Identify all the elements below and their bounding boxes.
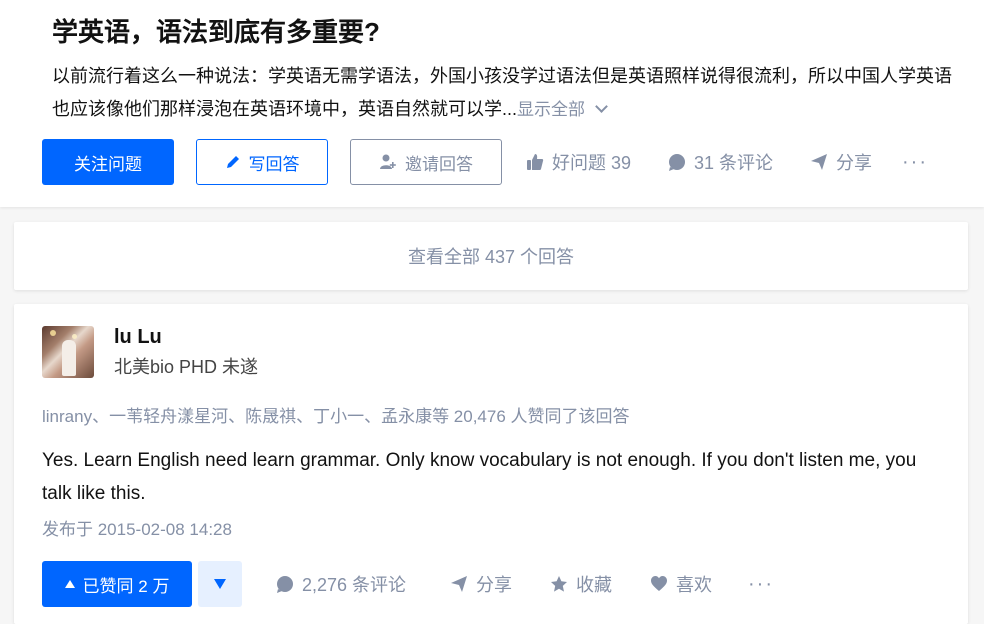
answer-comments-button[interactable]: 2,276 条评论 xyxy=(276,561,406,607)
show-all-link[interactable]: 显示全部 xyxy=(517,100,608,119)
invite-answer-button[interactable]: 邀请回答 xyxy=(350,139,502,185)
more-icon: ··· xyxy=(902,150,928,173)
question-actions: 关注问题 写回答 邀请回答 好问题 39 31 条评论 分享 ··· xyxy=(42,139,942,185)
view-all-answers-label: 查看全部 437 个回答 xyxy=(407,247,575,267)
answer-card: lu Lu 北美bio PHD 未遂 linrany、一苇轻舟漾星河、陈晟祺、丁… xyxy=(14,304,968,624)
upvote-label: 已赞同 2 万 xyxy=(82,576,170,596)
avatar-decoration xyxy=(50,330,56,336)
answer-share-label: 分享 xyxy=(476,575,512,595)
chevron-down-icon xyxy=(595,100,608,113)
thumbs-up-icon xyxy=(527,154,544,170)
downvote-button[interactable] xyxy=(198,561,242,607)
follow-question-label: 关注问题 xyxy=(74,154,142,174)
author-bio: 北美bio PHD 未遂 xyxy=(114,357,259,377)
comment-icon xyxy=(669,154,685,171)
answer-comments-label: 2,276 条评论 xyxy=(302,575,407,595)
voters-summary[interactable]: linrany、一苇轻舟漾星河、陈晟祺、丁小一、孟永康等 20,476 人赞同了… xyxy=(42,402,630,432)
show-all-label: 显示全部 xyxy=(517,100,586,119)
follow-question-button[interactable]: 关注问题 xyxy=(42,139,174,185)
question-comments-button[interactable]: 31 条评论 xyxy=(668,139,773,185)
write-answer-button[interactable]: 写回答 xyxy=(196,139,328,185)
invite-answer-label: 邀请回答 xyxy=(405,154,473,174)
avatar-decoration xyxy=(72,334,77,339)
share-icon xyxy=(451,576,467,592)
question-title[interactable]: 学英语，语法到底有多重要? xyxy=(52,12,380,52)
good-question-button[interactable]: 好问题 39 xyxy=(526,139,631,185)
question-more-button[interactable]: ··· xyxy=(902,139,928,185)
answer-content: Yes. Learn English need learn grammar. O… xyxy=(42,450,917,504)
question-comments-label: 31 条评论 xyxy=(694,153,774,173)
collect-label: 收藏 xyxy=(576,575,612,595)
share-icon xyxy=(811,154,827,170)
question-description-text: 以前流行着这么一种说法：学英语无需学语法，外国小孩没学过语法但是英语照样说得很流… xyxy=(52,66,952,119)
heart-icon xyxy=(651,576,667,591)
add-user-icon xyxy=(380,154,396,169)
downvote-arrow-icon xyxy=(214,579,226,589)
avatar-figure xyxy=(62,340,76,376)
like-label: 喜欢 xyxy=(676,575,712,595)
upvote-button[interactable]: 已赞同 2 万 xyxy=(42,561,192,607)
like-button[interactable]: 喜欢 xyxy=(650,561,712,607)
pencil-icon xyxy=(226,156,239,168)
view-all-answers-button[interactable]: 查看全部 437 个回答 xyxy=(14,222,968,290)
answer-more-button[interactable]: ··· xyxy=(748,561,774,607)
question-share-label: 分享 xyxy=(836,153,872,173)
write-answer-label: 写回答 xyxy=(248,154,300,174)
star-icon xyxy=(551,576,567,592)
question-header: 学英语，语法到底有多重要? 以前流行着这么一种说法：学英语无需学语法，外国小孩没… xyxy=(0,0,984,207)
author-name[interactable]: lu Lu xyxy=(114,322,162,352)
comment-icon xyxy=(277,576,293,593)
good-question-label: 好问题 39 xyxy=(552,153,632,173)
avatar[interactable] xyxy=(42,326,94,378)
publish-date[interactable]: 发布于 2015-02-08 14:28 xyxy=(42,515,232,545)
answer-share-button[interactable]: 分享 xyxy=(450,561,512,607)
collect-button[interactable]: 收藏 xyxy=(550,561,612,607)
more-icon: ··· xyxy=(748,572,774,595)
upvote-arrow-icon xyxy=(64,580,75,588)
question-share-button[interactable]: 分享 xyxy=(810,139,872,185)
question-description: 以前流行着这么一种说法：学英语无需学语法，外国小孩没学过语法但是英语照样说得很流… xyxy=(52,60,968,126)
